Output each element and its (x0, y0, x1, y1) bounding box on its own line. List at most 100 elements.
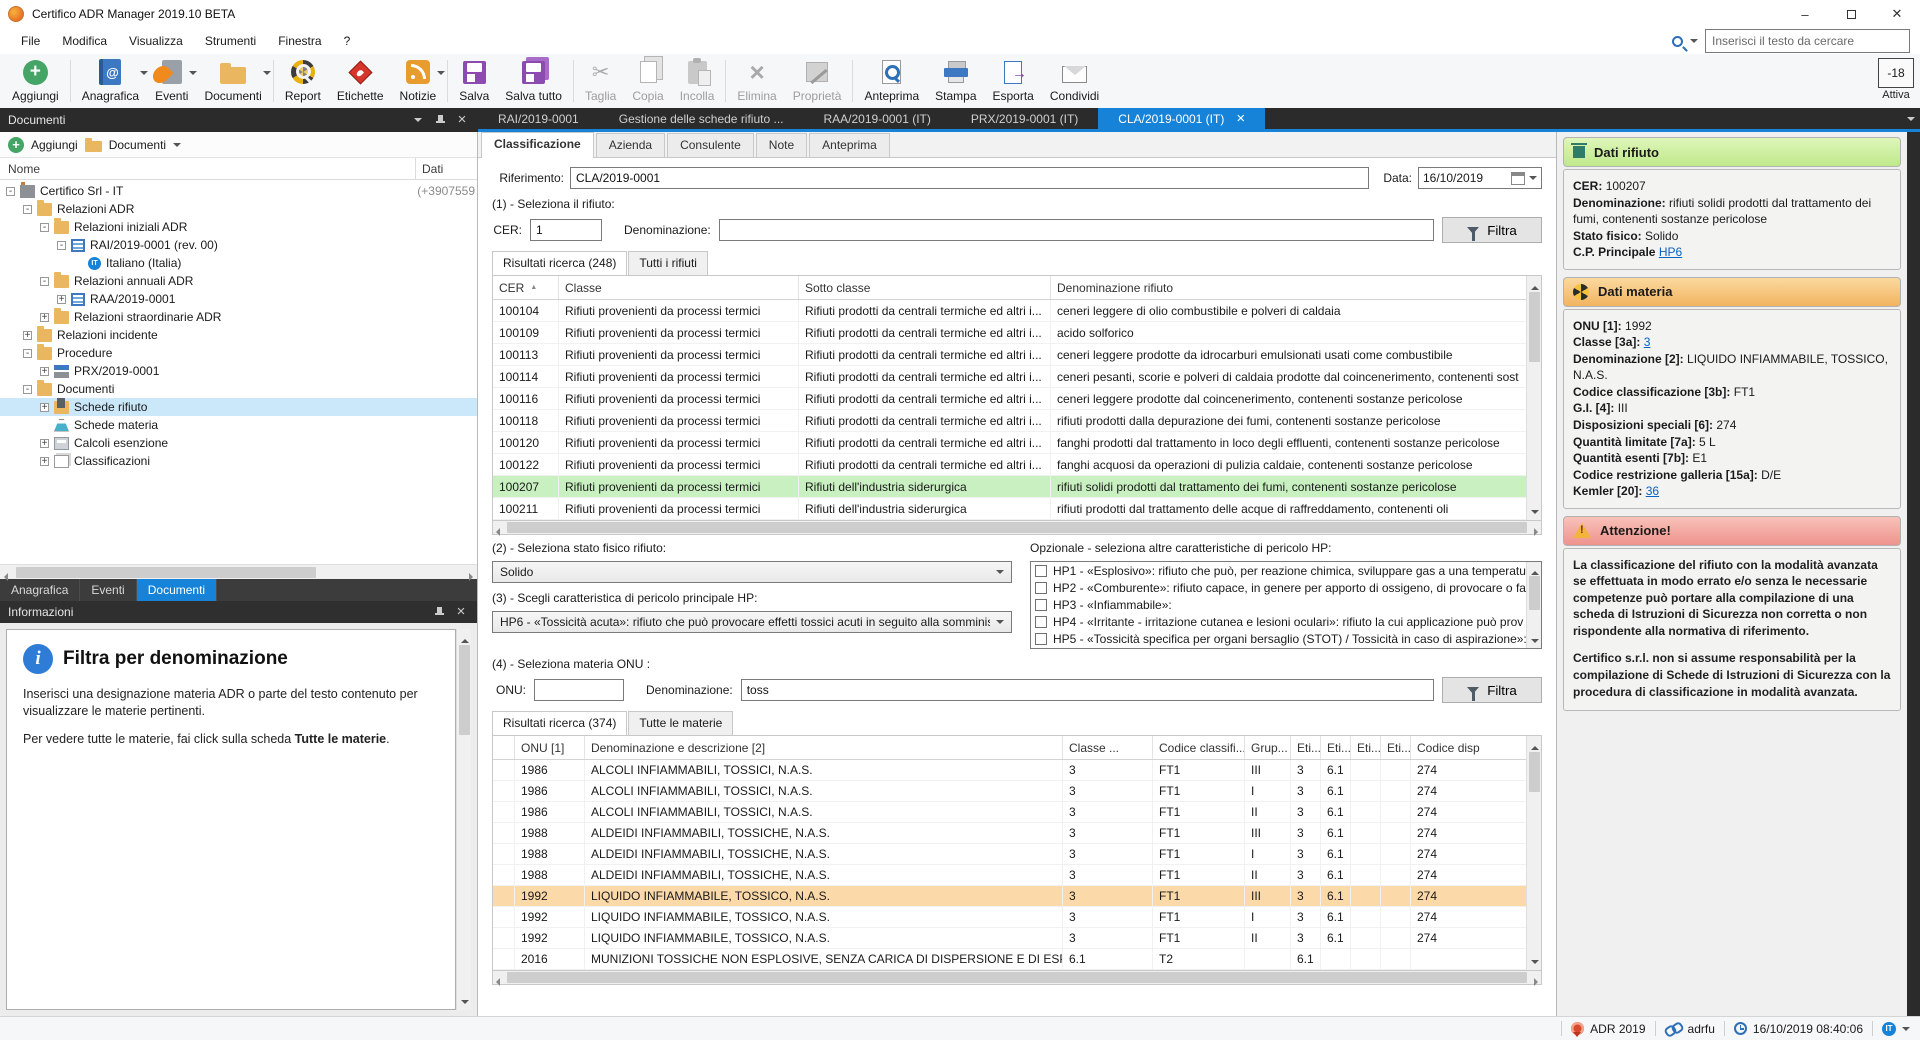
table-row[interactable]: 1986 ALCOLI INFIAMMABILI, TOSSICI, N.A.S… (493, 802, 1526, 823)
tree-item-procedure[interactable]: Procedure (0, 344, 477, 362)
onu-vertical-scrollbar[interactable] (1526, 736, 1541, 970)
column-classe[interactable]: Classe (559, 276, 799, 299)
stampa-button[interactable]: Stampa (927, 55, 984, 107)
table-row[interactable]: 100109 Rifiuti provenienti da processi t… (493, 322, 1526, 344)
salva-tutto-button[interactable]: Salva tutto (497, 55, 570, 107)
stato-fisico-select[interactable]: Solido (492, 561, 1012, 583)
chevron-down-icon[interactable] (1529, 176, 1537, 180)
cer-vertical-scrollbar[interactable] (1526, 276, 1541, 520)
table-row[interactable]: 1988 ALDEIDI INFIAMMABILI, TOSSICHE, N.A… (493, 865, 1526, 886)
chevron-down-icon[interactable] (263, 71, 271, 75)
denominazione-input[interactable] (719, 219, 1434, 241)
tab-classificazione[interactable]: Classificazione (481, 132, 594, 158)
pin-icon[interactable] (432, 112, 448, 128)
table-row[interactable]: 100211 Rifiuti provenienti da processi t… (493, 498, 1526, 520)
tab-azienda[interactable]: Azienda (596, 133, 665, 157)
tree-item-calcoli[interactable]: Calcoli esenzione (0, 434, 477, 452)
denominazione-materia-input[interactable] (741, 679, 1434, 701)
table-row[interactable]: 1992 LIQUIDO INFIAMMABILE, TOSSICO, N.A.… (493, 886, 1526, 907)
menu-modifica[interactable]: Modifica (51, 30, 118, 52)
column-denominazione[interactable]: Denominazione e descrizione [2] (585, 736, 1063, 759)
anagrafica-button[interactable]: Anagrafica (74, 55, 147, 107)
tab-tutte-le-materie[interactable]: Tutte le materie (628, 711, 733, 735)
tab-tutti-i-rifiuti[interactable]: Tutti i rifiuti (628, 251, 708, 275)
menu-visualizza[interactable]: Visualizza (118, 30, 194, 52)
table-row[interactable]: 100122 Rifiuti provenienti da processi t… (493, 454, 1526, 476)
menu-help[interactable]: ? (333, 30, 362, 52)
menu-finestra[interactable]: Finestra (267, 30, 332, 52)
tab-eventi[interactable]: Eventi (80, 579, 136, 601)
column-denominazione[interactable]: Denominazione rifiuto (1051, 276, 1179, 299)
doc-tab-rai[interactable]: RAI/2019-0001 (478, 108, 599, 129)
table-row[interactable]: 100120 Rifiuti provenienti da processi t… (493, 432, 1526, 454)
taglia-button[interactable]: Taglia (577, 55, 624, 107)
table-row[interactable]: 100118 Rifiuti provenienti da processi t… (493, 410, 1526, 432)
column-eti3[interactable]: Eti... (1351, 736, 1381, 759)
maximize-button[interactable] (1828, 0, 1874, 28)
incolla-button[interactable]: Incolla (672, 55, 723, 107)
close-button[interactable]: ✕ (1874, 0, 1920, 28)
tree-item-relazioni-incidente[interactable]: Relazioni incidente (0, 326, 477, 344)
search-input[interactable] (1705, 29, 1910, 53)
tree-item-classificazioni[interactable]: Classificazioni (0, 452, 477, 470)
info-vertical-scrollbar[interactable] (456, 629, 471, 1011)
tree-item-certifico[interactable]: Certifico Srl - IT(+3907559 (0, 182, 477, 200)
salva-button[interactable]: Salva (451, 55, 497, 107)
copia-button[interactable]: Copia (624, 55, 671, 107)
chevron-down-icon[interactable] (173, 143, 181, 147)
panel-close-icon[interactable] (454, 112, 470, 128)
tree-item-relazioni-adr[interactable]: Relazioni ADR (0, 200, 477, 218)
table-row[interactable]: 1988 ALDEIDI INFIAMMABILI, TOSSICHE, N.A… (493, 823, 1526, 844)
table-row[interactable]: 1986 ALCOLI INFIAMMABILI, TOSSICI, N.A.S… (493, 760, 1526, 781)
column-nome[interactable]: Nome (0, 162, 415, 176)
tab-documenti[interactable]: Documenti (137, 579, 217, 601)
documenti-button[interactable]: Documenti (196, 55, 269, 107)
search-options-chevron[interactable] (1690, 39, 1698, 43)
hp-principale-select[interactable]: HP6 - «Tossicità acuta»: rifiuto che può… (492, 611, 1012, 633)
column-eti1[interactable]: Eti... (1291, 736, 1321, 759)
column-gruppo[interactable]: Grup... (1245, 736, 1291, 759)
tree-item-documenti[interactable]: Documenti (0, 380, 477, 398)
table-row[interactable]: 100207 Rifiuti provenienti da processi t… (493, 476, 1526, 498)
menu-file[interactable]: File (10, 30, 51, 52)
tree-item-italiano[interactable]: Italiano (Italia) (0, 254, 477, 272)
tree-item-schede-rifiuto[interactable]: Schede rifiuto (0, 398, 477, 416)
tree-item-schede-materia[interactable]: Schede materia (0, 416, 477, 434)
table-row[interactable]: 100116 Rifiuti provenienti da processi t… (493, 388, 1526, 410)
status-user[interactable]: adrfu (1665, 1022, 1715, 1036)
checkbox[interactable] (1035, 582, 1047, 594)
minimize-button[interactable]: – (1782, 0, 1828, 28)
hp-option[interactable]: HP4 - «Irritante - irritazione cutanea e… (1031, 613, 1526, 630)
search-icon[interactable] (1672, 36, 1683, 47)
condividi-button[interactable]: Condividi (1042, 55, 1107, 107)
riferimento-input[interactable] (570, 167, 1369, 189)
column-onu[interactable]: ONU [1] (515, 736, 585, 759)
status-language[interactable]: IT (1882, 1022, 1910, 1036)
checkbox[interactable] (1035, 599, 1047, 611)
hp-option[interactable]: HP5 - «Tossicità specifica per organi be… (1031, 630, 1526, 647)
hp-scrollbar[interactable] (1526, 562, 1541, 648)
table-row[interactable]: 1992 LIQUIDO INFIAMMABILE, TOSSICO, N.A.… (493, 928, 1526, 949)
aggiungi-button[interactable]: Aggiungi (4, 55, 67, 107)
tab-anagrafica[interactable]: Anagrafica (0, 579, 80, 601)
doc-tab-cla-active[interactable]: CLA/2019-0001 (IT) (1098, 108, 1265, 129)
column-sotto-classe[interactable]: Sotto classe (799, 276, 1051, 299)
column-cer[interactable]: CER (493, 276, 559, 299)
cer-horizontal-scrollbar[interactable] (492, 521, 1542, 535)
tree-item-relazioni-annuali[interactable]: Relazioni annuali ADR (0, 272, 477, 290)
checkbox[interactable] (1035, 565, 1047, 577)
table-row[interactable]: 1988 ALDEIDI INFIAMMABILI, TOSSICHE, N.A… (493, 844, 1526, 865)
proprieta-button[interactable]: Proprietà (785, 55, 850, 107)
tree-item-relazioni-straordinarie[interactable]: Relazioni straordinarie ADR (0, 308, 477, 326)
filtra-materia-button[interactable]: Filtra (1442, 677, 1542, 703)
column-eti4[interactable]: Eti... (1381, 736, 1411, 759)
hp-option[interactable]: HP1 - «Esplosivo»: rifiuto che può, per … (1031, 562, 1526, 579)
notizie-button[interactable]: Notizie (392, 55, 445, 107)
tab-consulente[interactable]: Consulente (667, 133, 754, 157)
tab-close-icon[interactable] (1236, 112, 1245, 126)
column-dati[interactable]: Dati (415, 158, 477, 179)
eventi-button[interactable]: Eventi (147, 55, 196, 107)
anteprima-button[interactable]: Anteprima (856, 55, 927, 107)
data-input[interactable]: 16/10/2019 (1418, 167, 1542, 189)
tree-item-rai[interactable]: RAI/2019-0001 (rev. 00) (0, 236, 477, 254)
